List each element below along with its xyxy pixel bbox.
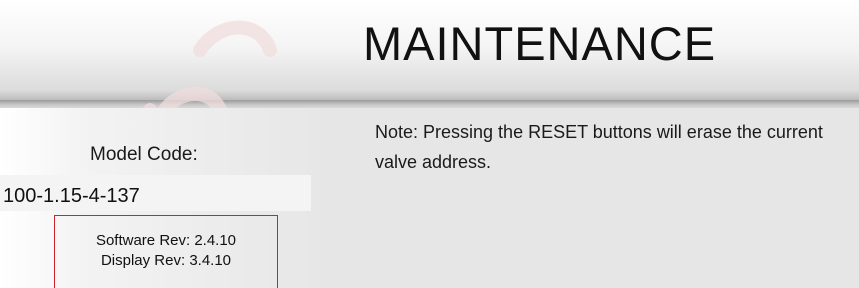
model-code-label: Model Code: bbox=[90, 144, 198, 165]
reset-warning-note: Note: Pressing the RESET buttons will er… bbox=[375, 122, 823, 172]
page-title: MAINTENANCE bbox=[363, 17, 717, 70]
header-divider bbox=[0, 100, 859, 108]
maintenance-screen: MAINTENANCE Model Code: 100-1.15-4-137 S… bbox=[0, 0, 859, 288]
software-revision: Software Rev: 2.4.10 bbox=[95, 232, 237, 249]
display-revision: Display Rev: 3.4.10 bbox=[100, 252, 232, 269]
revision-info-box: Software Rev: 2.4.10 Display Rev: 3.4.10 bbox=[54, 215, 278, 288]
model-code-value: 100-1.15-4-137 bbox=[3, 185, 140, 207]
